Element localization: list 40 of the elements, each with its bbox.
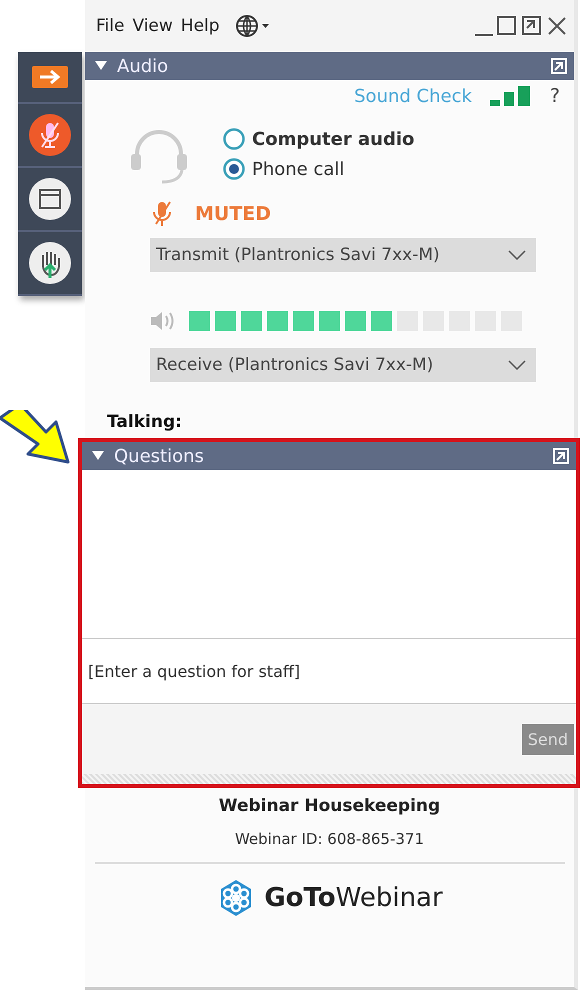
window-icon [28,177,72,221]
pop-out-button[interactable] [552,447,570,465]
globe-icon [234,14,271,38]
mute-status: MUTED [195,203,272,225]
transmit-dropdown[interactable]: Transmit (Plantronics Savi 7xx-M) [150,238,536,272]
pop-out-button[interactable] [521,15,543,37]
close-button[interactable] [546,15,568,37]
raise-hand-icon [28,241,72,285]
menu-item[interactable]: View [131,16,174,36]
chevron-icon [508,360,526,370]
minimize-icon [475,34,493,36]
pop-out-button[interactable] [550,57,568,75]
help-icon[interactable]: ? [550,85,560,107]
pop-out-icon [521,15,543,37]
language-menu[interactable] [234,14,271,38]
pop-out-icon [552,447,570,465]
audio-option[interactable]: Computer audio [223,128,414,150]
radio-button[interactable] [223,128,245,150]
webinar-id: Webinar ID: 608-865-371 [234,830,424,848]
audio-option[interactable]: Phone call [223,158,414,180]
close-icon [546,15,568,37]
chevron-icon [508,250,526,260]
logo-text: GoToWebinar [264,883,443,913]
collapse-icon[interactable] [95,61,107,71]
talking-label: Talking: [107,412,182,432]
pop-out-icon [550,57,568,75]
menu-item[interactable]: File [95,16,126,36]
panel-title: Questions [114,446,205,466]
collapse-icon[interactable] [92,451,104,461]
menu-item[interactable]: Help [180,16,221,36]
radio-button[interactable] [223,158,245,180]
maximize-icon [496,15,518,37]
muted-mic-icon [151,200,173,228]
panel-title: Audio [117,56,170,76]
receive-dropdown[interactable]: Receive (Plantronics Savi 7xx-M) [150,348,536,382]
maximize-button[interactable] [496,15,518,37]
webinar-title: Webinar Housekeeping [218,796,440,816]
annotation-arrow [0,410,72,466]
signal-icon [490,86,532,106]
question-field[interactable]: [Enter a question for staff] [82,638,576,704]
